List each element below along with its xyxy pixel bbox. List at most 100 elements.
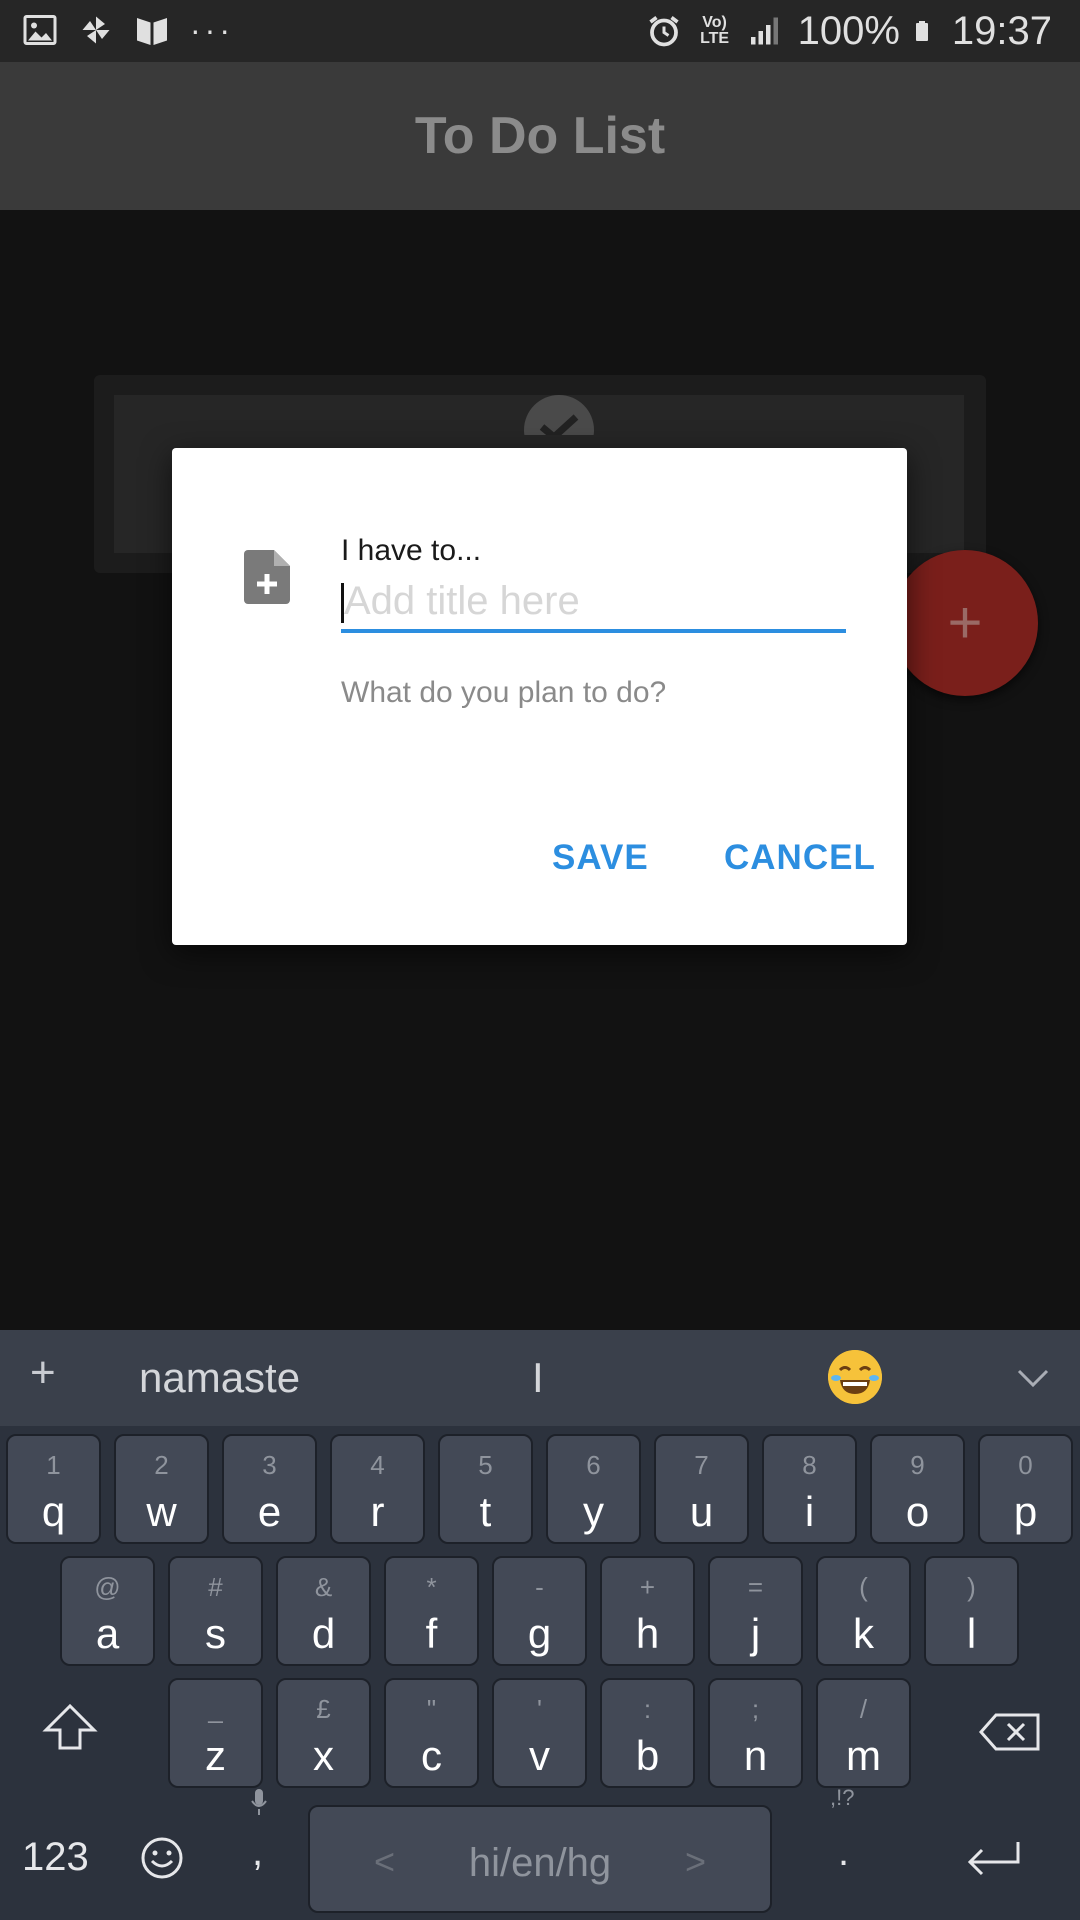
system-indicators: Vo) LTE 100% 19:37 [646,6,1052,56]
key-secondary-label: 8 [802,1450,817,1480]
key-secondary-label: 4 [370,1450,385,1480]
clock: 19:37 [951,8,1052,53]
symbols-key[interactable]: 123 [22,1835,89,1880]
key-o[interactable]: 9o [870,1434,965,1544]
key-secondary-label: 6 [586,1450,601,1480]
enter-key[interactable] [964,1838,1024,1878]
key-secondary-label: : [643,1694,652,1724]
check-circle-icon [524,395,594,435]
key-k[interactable]: (k [816,1556,911,1666]
microphone-icon[interactable] [249,1788,269,1816]
key-p[interactable]: 0p [978,1434,1073,1544]
suggestion-word-2[interactable]: I [532,1354,544,1402]
key-s[interactable]: # s [168,1556,263,1666]
key-secondary-label: # [208,1572,223,1602]
chevron-right-icon: > [684,1841,706,1882]
battery-percent: 100% [797,8,900,53]
key-label: y [583,1488,604,1535]
space-key[interactable]: < hi/en/hg > [308,1805,772,1913]
description-input[interactable]: What do you plan to do? [341,676,666,710]
key-label: k [853,1610,874,1657]
keyboard-add-button[interactable]: + [30,1348,56,1398]
key-e[interactable]: 3e [222,1434,317,1544]
title-placeholder: Add title here [344,579,580,623]
key-secondary-label: / [859,1694,868,1724]
emoji-icon[interactable] [140,1836,184,1880]
key-m[interactable]: / m [816,1678,911,1788]
key-label: n [743,1732,768,1779]
key-secondary-label: 0 [1018,1450,1033,1480]
key-c[interactable]: " c [384,1678,479,1788]
key-a[interactable]: @ a [60,1556,155,1666]
key-label: w [146,1488,177,1535]
key-secondary-label: " [426,1694,437,1724]
key-secondary-label: @ [94,1572,121,1602]
key-label: r [370,1488,385,1535]
save-button[interactable]: SAVE [552,838,649,878]
laughing-emoji-icon[interactable] [828,1350,882,1404]
key-u[interactable]: 7u [654,1434,749,1544]
key-w[interactable]: 2w [114,1434,209,1544]
gallery-icon [23,15,57,45]
title-input[interactable]: Add title here [341,573,846,633]
cancel-button[interactable]: CANCEL [724,838,876,878]
key-t[interactable]: 5t [438,1434,533,1544]
notification-icons: ··· [22,10,234,50]
screen: ··· Vo) LTE 100% 19:37 To Do List + I ha… [0,0,1080,1920]
backspace-key[interactable] [978,1712,1042,1752]
key-b[interactable]: :b [600,1678,695,1788]
key-y[interactable]: 6y [546,1434,641,1544]
status-bar: ··· Vo) LTE 100% 19:37 [0,0,1080,62]
shift-key[interactable] [40,1702,100,1752]
key-d[interactable]: & d [276,1556,371,1666]
chevron-down-icon[interactable] [1016,1360,1050,1394]
suggestion-word-1[interactable]: namaste [139,1354,300,1402]
key-secondary-label: £ [316,1694,331,1724]
key-f[interactable]: * f [384,1556,479,1666]
key-label: u [689,1488,714,1535]
key-i[interactable]: 8i [762,1434,857,1544]
key-label: t [479,1488,492,1535]
key-n[interactable]: ; n [708,1678,803,1788]
key-secondary-label: 3 [262,1450,277,1480]
key-r[interactable]: 4r [330,1434,425,1544]
key-secondary-label: _ [208,1694,223,1724]
app-bar: To Do List [0,62,1080,210]
key-secondary-label: + [639,1572,656,1602]
pinwheel-icon [82,16,110,44]
period-key-symbols: ,!? [830,1785,855,1810]
key-label: d [311,1610,336,1657]
key-label: o [905,1488,930,1535]
key-label: h [635,1610,660,1657]
key-g[interactable]: -g [492,1556,587,1666]
book-icon [137,18,167,45]
key-secondary-label: 1 [46,1450,61,1480]
period-key[interactable]: . [838,1830,849,1875]
key-label: s [205,1610,226,1657]
comma-key[interactable]: , [252,1830,263,1875]
key-j[interactable]: = j [708,1556,803,1666]
key-l[interactable]: ) l [924,1556,1019,1666]
soft-keyboard: + namaste I 1q2w3e4r5t6y7u8i9o0p @ a # s & d *… [0,1330,1080,1920]
key-secondary-label: = [747,1572,764,1602]
key-label: i [804,1488,815,1535]
plus-icon: + [947,589,983,656]
add-task-fab[interactable]: + [892,550,1038,696]
alarm-icon [648,16,679,47]
key-secondary-label: 2 [154,1450,169,1480]
key-label: z [205,1732,226,1779]
key-x[interactable]: £ x [276,1678,371,1788]
key-h[interactable]: + h [600,1556,695,1666]
dialog-label: I have to... [341,534,482,567]
key-secondary-label: ) [967,1572,976,1602]
battery-icon [915,21,928,41]
key-v[interactable]: ' v [492,1678,587,1788]
volte-indicator: Vo) LTE [700,14,730,47]
key-q[interactable]: 1q [6,1434,101,1544]
key-label: p [1013,1488,1038,1535]
key-secondary-label: & [314,1572,333,1602]
key-label: f [425,1610,438,1657]
key-label: b [635,1732,660,1779]
key-z[interactable]: _ z [168,1678,263,1788]
suggestion-bar: + namaste I [0,1330,1080,1426]
